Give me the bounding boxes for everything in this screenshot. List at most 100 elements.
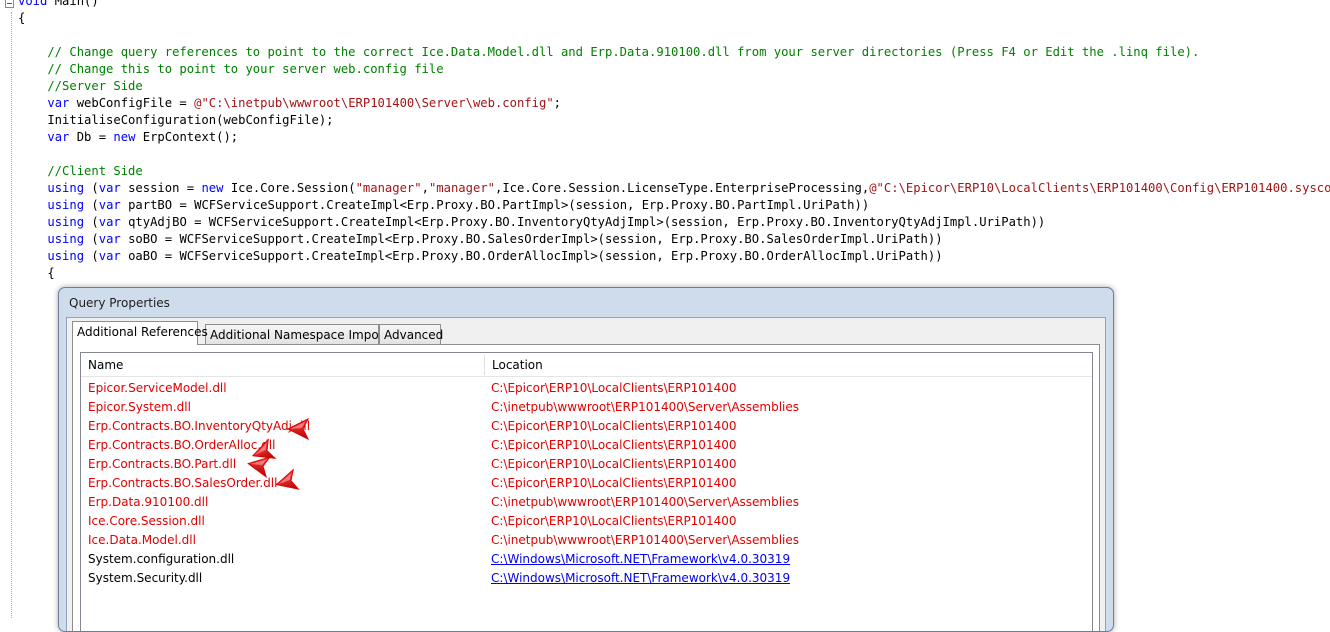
table-row[interactable]: Epicor.System.dll C:\inetpub\wwwroot\ERP1… [81, 398, 1092, 417]
reference-location-link[interactable]: C:\Windows\Microsoft.NET\Framework\v4.0.… [491, 550, 790, 569]
code-token: ( [84, 232, 99, 246]
code-line: using (var soBO = WCFServiceSupport.Crea… [18, 231, 943, 248]
code-token: new [113, 130, 136, 144]
code-token: //Client Side [18, 164, 143, 178]
code-token: var [47, 96, 70, 110]
code-token: // Change this to point to your server w… [18, 62, 444, 76]
code-token: Main() [47, 0, 99, 8]
code-token: Db = [69, 130, 114, 144]
references-list[interactable]: Name Location Epicor.ServiceModel.dll C:\… [80, 352, 1093, 631]
code-token: // Change query references to point to t… [18, 45, 1200, 59]
table-row[interactable]: System.configuration.dll C:\Windows\Micro… [81, 550, 1092, 569]
outline-guide [11, 12, 12, 618]
reference-location: C:\Epicor\ERP10\LocalClients\ERP101400 [491, 438, 737, 452]
red-arrow-marker-icon [286, 417, 318, 441]
code-token: ; [553, 96, 562, 110]
code-token: session = [120, 181, 202, 195]
dialog-title: Query Properties [69, 296, 170, 310]
code-line: { [18, 10, 25, 27]
reference-name: Ice.Data.Model.dll [88, 533, 196, 547]
code-token: qtyAdjBO = WCFServiceSupport.CreateImpl<… [120, 215, 1046, 229]
code-line: var Db = new ErpContext(); [18, 129, 238, 146]
code-token: var [98, 215, 121, 229]
tab-additional-namespace-imports[interactable]: Additional Namespace Imports [205, 324, 395, 345]
collapse-toggle-icon[interactable] [5, 0, 14, 8]
tab-advanced[interactable]: Advanced [379, 324, 443, 345]
table-row[interactable]: Erp.Contracts.BO.SalesOrder.dll C:\Epicor… [81, 474, 1092, 493]
code-token: partBO = WCFServiceSupport.CreateImpl<Er… [120, 198, 870, 212]
code-line: using (var partBO = WCFServiceSupport.Cr… [18, 197, 869, 214]
reference-location: C:\Epicor\ERP10\LocalClients\ERP101400 [491, 476, 737, 490]
code-token: { [18, 11, 26, 25]
table-row[interactable]: Erp.Data.910100.dll C:\inetpub\wwwroot\ER… [81, 493, 1092, 512]
reference-location: C:\Epicor\ERP10\LocalClients\ERP101400 [491, 514, 737, 528]
reference-location: C:\Epicor\ERP10\LocalClients\ERP101400 [491, 419, 737, 433]
reference-location: C:\Epicor\ERP10\LocalClients\ERP101400 [491, 457, 737, 471]
code-line: using (var qtyAdjBO = WCFServiceSupport.… [18, 214, 1045, 231]
tab-panel-additional-references: Name Location Epicor.ServiceModel.dll C:\… [72, 344, 1100, 631]
reference-location: C:\inetpub\wwwroot\ERP101400\Server\Asse… [491, 400, 800, 414]
code-token: ,Ice.Core.Session.LicenseType.Enterprise… [495, 181, 870, 195]
code-token: @"C:\inetpub\wwwroot\ERP101400\Server\we… [194, 96, 554, 110]
reference-name: Erp.Contracts.BO.Part.dll [88, 457, 237, 471]
reference-location: C:\inetpub\wwwroot\ERP101400\Server\Asse… [491, 495, 800, 509]
tab-additional-references[interactable]: Additional References [72, 321, 208, 345]
code-token: InitialiseConfiguration(webConfigFile); [18, 113, 334, 127]
reference-name: Erp.Data.910100.dll [88, 495, 209, 509]
code-token: , [421, 181, 429, 195]
code-line: // Change this to point to your server w… [18, 61, 444, 78]
reference-name: Ice.Core.Session.dll [88, 514, 205, 528]
code-token: var [98, 232, 121, 246]
code-token: var [47, 130, 70, 144]
code-token: ( [84, 198, 99, 212]
table-row[interactable]: Epicor.ServiceModel.dll C:\Epicor\ERP10\L… [81, 379, 1092, 398]
reference-name: Epicor.System.dll [88, 400, 191, 414]
code-line: //Server Side [18, 78, 143, 95]
table-row[interactable]: Ice.Data.Model.dll C:\inetpub\wwwroot\ERP… [81, 531, 1092, 550]
code-line: void Main() [18, 0, 99, 10]
table-row[interactable]: Erp.Contracts.BO.OrderAlloc.dll C:\Epicor… [81, 436, 1092, 455]
table-row[interactable]: Erp.Contracts.BO.Part.dll C:\Epicor\ERP10… [81, 455, 1092, 474]
table-row[interactable]: Erp.Contracts.BO.InventoryQtyAdj.dll C:\E… [81, 417, 1092, 436]
code-token: webConfigFile = [69, 96, 195, 110]
code-token: ( [84, 249, 99, 263]
reference-location-link[interactable]: C:\Windows\Microsoft.NET\Framework\v4.0.… [491, 569, 790, 588]
code-token: Ice.Core.Session( [223, 181, 356, 195]
table-row[interactable]: Ice.Core.Session.dll C:\Epicor\ERP10\Loca… [81, 512, 1092, 531]
code-line: var webConfigFile = @"C:\inetpub\wwwroot… [18, 95, 561, 112]
code-token: using [47, 181, 85, 195]
code-line: //Client Side [18, 163, 143, 180]
code-token: using [47, 232, 85, 246]
code-token: var [98, 181, 121, 195]
code-line: // Change query references to point to t… [18, 44, 1199, 61]
reference-location: C:\Epicor\ERP10\LocalClients\ERP101400 [491, 381, 737, 395]
code-token: //Server Side [18, 79, 143, 93]
reference-location: C:\inetpub\wwwroot\ERP101400\Server\Asse… [491, 533, 800, 547]
code-token: ( [84, 215, 99, 229]
column-header-location[interactable]: Location [485, 353, 1092, 377]
code-token: ErpContext(); [135, 130, 239, 144]
code-line: using (var oaBO = WCFServiceSupport.Crea… [18, 248, 943, 265]
code-token: ( [84, 181, 99, 195]
table-row[interactable]: System.Security.dll C:\Windows\Microsoft.… [81, 569, 1092, 588]
code-token: using [47, 198, 85, 212]
code-token: using [47, 249, 85, 263]
reference-name: Erp.Contracts.BO.SalesOrder.dll [88, 476, 278, 490]
code-token: void [18, 0, 48, 8]
code-token: new [201, 181, 224, 195]
code-token: oaBO = WCFServiceSupport.CreateImpl<Erp.… [120, 249, 943, 263]
code-line: using (var session = new Ice.Core.Sessio… [18, 180, 1330, 197]
code-token: var [98, 198, 121, 212]
reference-name: System.Security.dll [88, 571, 203, 585]
code-token: "manager" [355, 181, 422, 195]
code-token: soBO = WCFServiceSupport.CreateImpl<Erp.… [120, 232, 943, 246]
query-properties-dialog: Query Properties Additional References A… [58, 287, 1114, 632]
code-token: using [47, 215, 85, 229]
column-header-name[interactable]: Name [81, 353, 485, 377]
